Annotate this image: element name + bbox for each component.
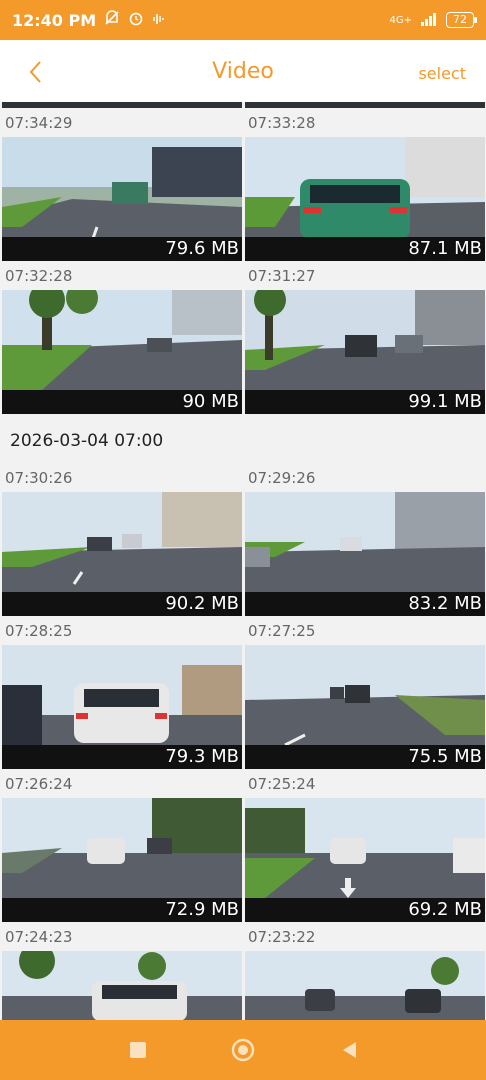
video-size: 79.6 MB bbox=[165, 238, 239, 259]
previous-thumbnail-edge bbox=[245, 102, 485, 108]
video-size: 87.1 MB bbox=[408, 238, 482, 259]
video-timestamp: 07:34:29 bbox=[5, 114, 73, 132]
video-grid[interactable]: 07:34:29 79.6 MB 07:33:28 87.1 MB 07:32:… bbox=[0, 102, 486, 1020]
chevron-left-icon bbox=[29, 61, 41, 83]
video-size: 79.3 MB bbox=[165, 746, 239, 767]
video-timestamp: 07:25:24 bbox=[248, 775, 316, 793]
video-timestamp: 07:32:28 bbox=[5, 267, 73, 285]
back-nav-button[interactable] bbox=[338, 1038, 362, 1062]
app-header: Video select bbox=[0, 40, 486, 102]
square-icon bbox=[130, 1042, 146, 1058]
video-timestamp: 07:27:25 bbox=[248, 622, 316, 640]
video-thumbnail[interactable]: 75.5 MB bbox=[245, 645, 485, 769]
video-size: 75.5 MB bbox=[408, 746, 482, 767]
signal-icon bbox=[420, 12, 438, 29]
battery-indicator: 72 bbox=[446, 12, 477, 28]
video-thumbnail[interactable]: 90.2 MB bbox=[2, 492, 242, 616]
video-thumbnail[interactable]: 69.2 MB bbox=[245, 798, 485, 922]
video-thumbnail[interactable]: 87.1 MB bbox=[245, 137, 485, 261]
video-size: 99.1 MB bbox=[408, 391, 482, 412]
status-bar: 12:40 PM 4G+ 72 bbox=[0, 0, 486, 40]
system-nav-bar bbox=[0, 1020, 486, 1080]
status-time: 12:40 PM bbox=[12, 10, 97, 30]
previous-thumbnail-edge bbox=[2, 102, 242, 108]
circle-icon bbox=[231, 1038, 255, 1062]
date-group-header: 2026-03-04 07:00 bbox=[10, 431, 164, 451]
video-timestamp: 07:28:25 bbox=[5, 622, 73, 640]
video-timestamp: 07:24:23 bbox=[5, 928, 73, 946]
page-title: Video bbox=[212, 58, 274, 84]
video-timestamp: 07:29:26 bbox=[248, 469, 316, 487]
video-size: 69.2 MB bbox=[408, 899, 482, 920]
video-size: 72.9 MB bbox=[165, 899, 239, 920]
video-size: 83.2 MB bbox=[408, 593, 482, 614]
video-thumbnail[interactable]: 83.2 MB bbox=[245, 492, 485, 616]
home-button[interactable] bbox=[231, 1038, 255, 1062]
video-timestamp: 07:33:28 bbox=[248, 114, 316, 132]
video-thumbnail[interactable]: 79.3 MB bbox=[2, 645, 242, 769]
video-size: 90 MB bbox=[182, 391, 239, 412]
video-size: 90.2 MB bbox=[165, 593, 239, 614]
alarm-icon bbox=[128, 10, 144, 30]
video-thumbnail[interactable]: 72.9 MB bbox=[2, 798, 242, 922]
video-timestamp: 07:30:26 bbox=[5, 469, 73, 487]
select-button[interactable]: select bbox=[418, 64, 466, 83]
network-label: 4G+ bbox=[389, 14, 413, 26]
video-timestamp: 07:23:22 bbox=[248, 928, 316, 946]
recents-button[interactable] bbox=[126, 1038, 150, 1062]
video-thumbnail[interactable]: 90 MB bbox=[2, 290, 242, 414]
video-thumbnail[interactable] bbox=[245, 951, 485, 1020]
video-thumbnail[interactable] bbox=[2, 951, 242, 1020]
video-thumbnail[interactable]: 79.6 MB bbox=[2, 137, 242, 261]
mute-icon bbox=[104, 10, 120, 30]
voice-icon bbox=[152, 11, 166, 30]
video-thumbnail[interactable]: 99.1 MB bbox=[245, 290, 485, 414]
triangle-back-icon bbox=[343, 1042, 356, 1058]
back-button[interactable] bbox=[18, 54, 54, 90]
video-timestamp: 07:31:27 bbox=[248, 267, 316, 285]
video-timestamp: 07:26:24 bbox=[5, 775, 73, 793]
